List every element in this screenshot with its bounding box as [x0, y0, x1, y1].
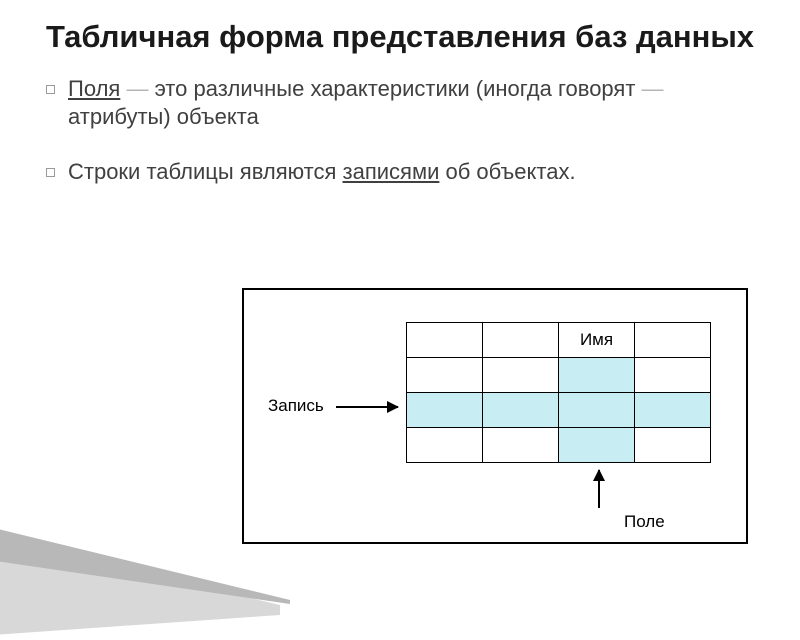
table-row — [407, 393, 711, 428]
dash: — — [120, 76, 154, 101]
cell — [407, 428, 483, 463]
arrow-right-icon — [336, 406, 398, 408]
db-grid: Имя — [406, 322, 711, 463]
highlighted-cell — [559, 393, 635, 428]
term-records: записями — [343, 159, 440, 184]
text: об объектах. — [439, 159, 575, 184]
highlighted-cell — [483, 393, 559, 428]
highlighted-cell — [635, 393, 711, 428]
content-area: Поля — это различные характеристики (ино… — [0, 61, 800, 185]
cell — [635, 428, 711, 463]
highlighted-cell — [407, 393, 483, 428]
bullet-icon — [46, 85, 55, 94]
text: это различные характеристики (иногда гов… — [155, 76, 636, 101]
arrow-up-icon — [598, 470, 600, 508]
table-row — [407, 358, 711, 393]
cell — [407, 358, 483, 393]
bullet-rows: Строки таблицы являются записями об объе… — [46, 158, 740, 186]
cell — [483, 428, 559, 463]
cell — [483, 323, 559, 358]
bullet-text: Строки таблицы являются записями об объе… — [68, 158, 740, 186]
cell — [635, 323, 711, 358]
field-arrow-label: Поле — [624, 512, 665, 532]
cell — [635, 358, 711, 393]
text: Строки таблицы являются — [68, 159, 343, 184]
slide-title: Табличная форма представления баз данных — [0, 0, 800, 61]
diagram: Имя Запись Поле — [242, 288, 748, 544]
highlighted-cell — [559, 428, 635, 463]
table-row — [407, 428, 711, 463]
text: атрибуты) объекта — [68, 104, 259, 129]
bullet-fields: Поля — это различные характеристики (ино… — [46, 75, 740, 131]
table-row: Имя — [407, 323, 711, 358]
dash: — — [635, 76, 663, 101]
cell — [407, 323, 483, 358]
row-arrow-label: Запись — [268, 396, 324, 416]
term-fields: Поля — [68, 76, 120, 101]
highlighted-cell — [559, 358, 635, 393]
bullet-icon — [46, 168, 55, 177]
bullet-text: Поля — это различные характеристики (ино… — [68, 75, 740, 131]
column-header-label: Имя — [559, 323, 635, 358]
cell — [483, 358, 559, 393]
